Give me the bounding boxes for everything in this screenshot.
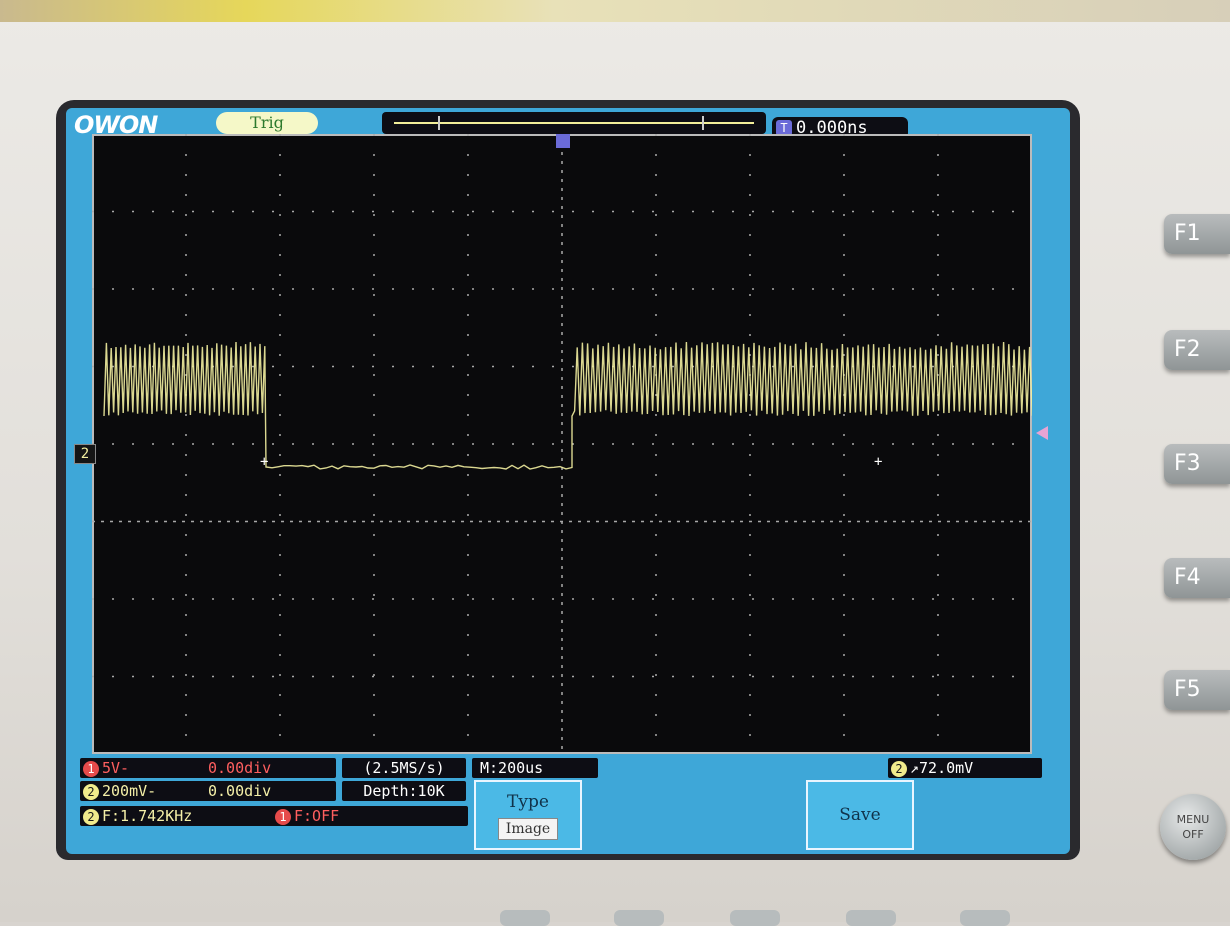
ch2-trace [104,342,1032,469]
ch1-offset: 0.00div [208,758,271,778]
ch2-volts: 200mV- [102,782,156,800]
background-strip [0,0,1230,22]
ch1-volts: 5V- [102,759,129,777]
trigger-level-value: 72.0mV [919,759,973,777]
ch1-number-icon: 1 [83,761,99,777]
f4-button[interactable]: F4 [1164,558,1230,598]
freq2-number-icon: 2 [83,809,99,825]
cursor-plus: + [260,454,268,470]
trigger-position-marker [556,134,570,148]
ch1-status: 1 5V- 0.00div [80,758,336,778]
sample-rate: (2.5MS/s) [342,758,466,778]
f3-button[interactable]: F3 [1164,444,1230,484]
type-menu-button[interactable]: Type Image [474,780,582,850]
frequency-status: 2 F:1.742KHz 1 F:OFF [80,806,468,826]
f2-button[interactable]: F2 [1164,330,1230,370]
type-value: Image [498,818,558,840]
f5-button[interactable]: F5 [1164,670,1230,710]
timebase: M:200us [472,758,598,778]
ch2-frequency: F:1.742KHz [102,807,192,825]
freq1-number-icon: 1 [275,809,291,825]
memory-position-bar[interactable] [382,112,766,134]
bottom-key[interactable] [846,910,896,926]
bottom-key[interactable] [500,910,550,926]
memory-bar-line [394,122,754,124]
trigger-source-icon: 2 [891,761,907,777]
menu-off-button[interactable]: MENU OFF [1160,794,1226,860]
ch2-status: 2 200mV- 0.00div [80,781,336,801]
ch2-number-icon: 2 [83,784,99,800]
menu-label: MENU [1160,794,1226,827]
ch1-frequency: F:OFF [294,807,339,825]
cursor-plus: + [874,454,882,470]
off-label: OFF [1160,827,1226,842]
bottom-key[interactable] [730,910,780,926]
trigger-level: 2 ↗72.0mV [888,758,1042,778]
trig-status: Trig [216,112,318,134]
ch2-offset: 0.00div [208,781,271,801]
oscilloscope-screen: OWON Trig T 0.000ns + + 2 1 5V- 0.00div 2 20… [66,108,1070,854]
save-menu-button[interactable]: Save [806,780,914,850]
memory-bar-tick [702,116,704,130]
channel-2-marker[interactable]: 2 [74,444,96,464]
trigger-level-arrow [1036,426,1048,440]
graticule: + + [92,134,1032,754]
bottom-key[interactable] [960,910,1010,926]
f1-button[interactable]: F1 [1164,214,1230,254]
bottom-key[interactable] [614,910,664,926]
type-label: Type [476,782,580,812]
memory-bar-tick [438,116,440,130]
memory-depth: Depth:10K [342,781,466,801]
rising-edge-icon: ↗ [910,759,919,777]
waveform-grid: + + [92,134,1032,754]
